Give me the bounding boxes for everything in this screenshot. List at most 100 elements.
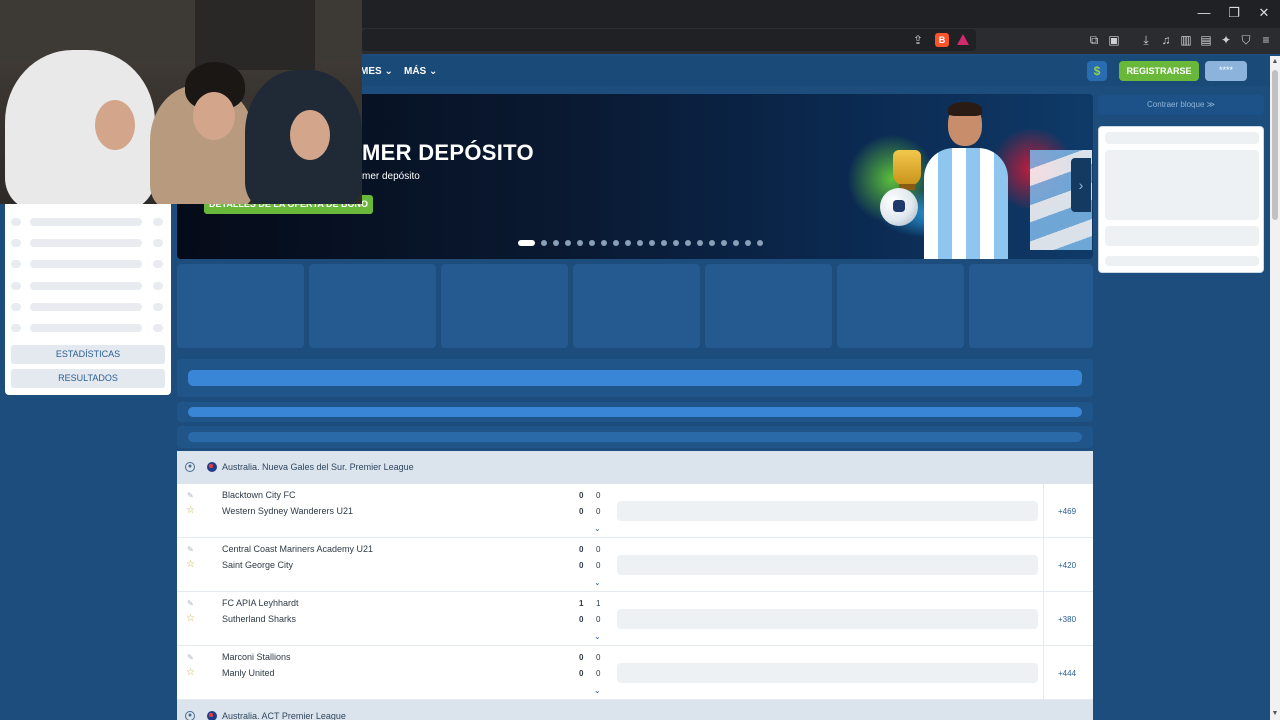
home-team: Central Coast Mariners Academy U21 — [222, 544, 374, 554]
carousel-dot[interactable] — [661, 240, 667, 246]
extensions-icon[interactable]: ⧉ — [1087, 33, 1101, 47]
chevron-down-icon[interactable]: ⌄ — [594, 524, 601, 533]
sidebar-icon[interactable]: ▥ — [1179, 33, 1193, 47]
address-bar[interactable] — [362, 29, 976, 51]
promo-tile[interactable] — [309, 264, 436, 348]
maximize-icon[interactable]: ❐ — [1227, 6, 1241, 20]
carousel-dot[interactable] — [637, 240, 643, 246]
download-icon[interactable]: ⤓ — [1139, 33, 1153, 47]
australia-flag-icon — [207, 462, 217, 472]
more-markets-link[interactable]: +444 — [1058, 669, 1076, 678]
skeleton-bar — [188, 432, 1082, 442]
leo-icon[interactable]: ✦ — [1219, 33, 1233, 47]
skeleton-bar — [30, 282, 142, 290]
skeleton-bar — [30, 303, 142, 311]
favorite-star-icon[interactable]: ☆ — [186, 667, 195, 678]
carousel-dot[interactable] — [565, 240, 571, 246]
divider — [1043, 484, 1044, 538]
more-markets-link[interactable]: +380 — [1058, 615, 1076, 624]
home-score: 0 — [579, 653, 584, 662]
divider — [1043, 538, 1044, 592]
carousel-dot[interactable] — [685, 240, 691, 246]
promo-tile[interactable] — [177, 264, 304, 348]
carousel-dot[interactable] — [673, 240, 679, 246]
soccer-ball-icon: ● — [185, 711, 195, 720]
nav-more[interactable]: MÁS ⌄ — [404, 66, 437, 77]
carousel-dot[interactable] — [518, 240, 535, 246]
results-button[interactable]: RESULTADOS — [11, 369, 165, 388]
carousel-dot[interactable] — [709, 240, 715, 246]
scrollbar-thumb[interactable] — [1272, 70, 1278, 220]
pin-icon[interactable]: ✎ — [187, 491, 194, 500]
odds-skeleton — [617, 555, 1038, 575]
away-score: 0 — [579, 615, 584, 624]
collapse-block-button[interactable]: Contraer bloque ≫ — [1098, 95, 1264, 115]
favorite-star-icon[interactable]: ☆ — [186, 505, 195, 516]
pin-icon[interactable]: ✎ — [187, 653, 194, 662]
promo-tile[interactable] — [837, 264, 964, 348]
pin-icon[interactable]: ✎ — [187, 599, 194, 608]
skeleton-icon — [153, 239, 163, 247]
home-half-score: 0 — [596, 491, 601, 500]
more-markets-link[interactable]: +420 — [1058, 561, 1076, 570]
webcam-overlay — [0, 0, 362, 204]
carousel-dot[interactable] — [757, 240, 763, 246]
league-name: Australia. ACT Premier League — [222, 711, 346, 720]
home-half-score: 0 — [596, 653, 601, 662]
login-button[interactable]: **** — [1205, 61, 1247, 81]
home-score: 0 — [579, 545, 584, 554]
banner-subtitle: mer depósito — [362, 171, 420, 182]
deposit-button[interactable]: $ — [1087, 61, 1107, 81]
brave-shield-icon[interactable]: B — [935, 33, 949, 47]
close-icon[interactable]: ✕ — [1257, 6, 1271, 20]
chevron-down-icon[interactable]: ⌄ — [594, 632, 601, 641]
register-button[interactable]: REGISTRARSE — [1119, 61, 1199, 81]
vpn-icon[interactable]: ⛉ — [1239, 33, 1253, 47]
promo-tile[interactable] — [969, 264, 1093, 348]
menu-icon[interactable]: ≡ — [1259, 33, 1273, 47]
odds-skeleton — [617, 663, 1038, 683]
carousel-dot[interactable] — [541, 240, 547, 246]
minimize-icon[interactable]: — — [1197, 6, 1211, 20]
carousel-dot[interactable] — [553, 240, 559, 246]
wallet-icon[interactable]: ▤ — [1199, 33, 1213, 47]
pin-icon[interactable]: ✎ — [187, 545, 194, 554]
carousel-dot[interactable] — [733, 240, 739, 246]
favorite-star-icon[interactable]: ☆ — [186, 613, 195, 624]
carousel-dot[interactable] — [649, 240, 655, 246]
carousel-dot[interactable] — [625, 240, 631, 246]
cam-person-face — [193, 92, 235, 140]
scroll-up-icon[interactable]: ▲ — [1270, 57, 1280, 67]
media-icon[interactable]: ♫ — [1159, 33, 1173, 47]
chevron-down-icon[interactable]: ⌄ — [594, 578, 601, 587]
carousel-dot[interactable] — [613, 240, 619, 246]
brave-rewards-icon[interactable] — [957, 34, 969, 45]
skeleton-bar — [30, 324, 142, 332]
away-team: Saint George City — [222, 560, 294, 570]
divider — [1043, 646, 1044, 700]
chevron-down-icon[interactable]: ⌄ — [594, 686, 601, 695]
carousel-dot[interactable] — [697, 240, 703, 246]
statistics-button[interactable]: ESTADÍSTICAS — [11, 345, 165, 364]
away-team: Western Sydney Wanderers U21 — [222, 506, 354, 516]
carousel-dot[interactable] — [589, 240, 595, 246]
carousel-dot[interactable] — [745, 240, 751, 246]
home-half-score: 0 — [596, 545, 601, 554]
skeleton-bar — [1105, 226, 1259, 246]
soccer-ball-icon: ● — [185, 462, 195, 472]
nav-games[interactable]: MES ⌄ — [360, 66, 393, 77]
banner-title: MER DEPÓSITO — [362, 140, 534, 165]
share-icon[interactable]: ⇪ — [911, 33, 925, 47]
scroll-down-icon[interactable]: ▼ — [1270, 709, 1280, 719]
translate-icon[interactable]: ▣ — [1107, 33, 1121, 47]
favorite-star-icon[interactable]: ☆ — [186, 559, 195, 570]
nav-more-label: MÁS — [404, 66, 427, 77]
promo-tile[interactable] — [705, 264, 832, 348]
more-markets-link[interactable]: +469 — [1058, 507, 1076, 516]
chevron-right-icon[interactable]: › — [1071, 158, 1091, 212]
carousel-dot[interactable] — [601, 240, 607, 246]
promo-tile[interactable] — [573, 264, 700, 348]
promo-tile[interactable] — [441, 264, 568, 348]
carousel-dot[interactable] — [577, 240, 583, 246]
carousel-dot[interactable] — [721, 240, 727, 246]
